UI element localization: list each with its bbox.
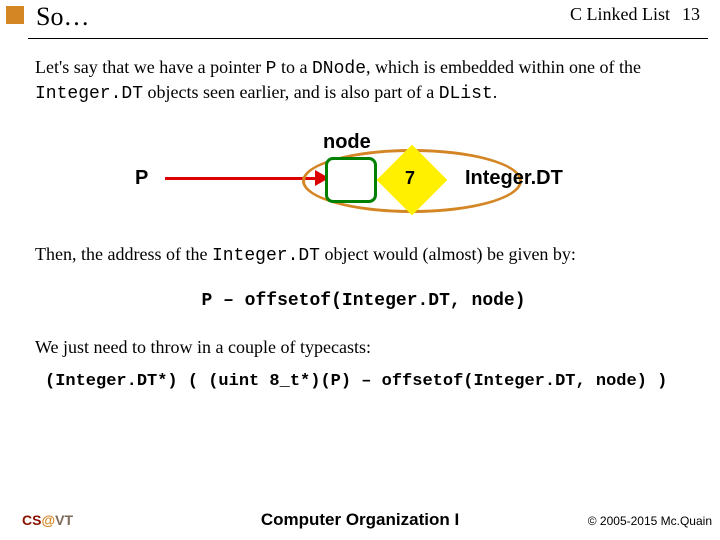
slide-body: Let's say that we have a pointer P to a … xyxy=(35,56,692,393)
text: objects seen earlier, and is also part o… xyxy=(143,82,439,102)
code-inline: DNode xyxy=(312,59,366,79)
paragraph-3-wrap: We just need to throw in a couple of typ… xyxy=(35,336,692,393)
text: Let's say that we have a pointer xyxy=(35,57,266,77)
arrow-shaft xyxy=(165,177,317,180)
text: Then, the address of the xyxy=(35,244,212,264)
footer-copyright: © 2005-2015 Mc.Quain xyxy=(588,514,712,528)
paragraph-1: Let's say that we have a pointer P to a … xyxy=(35,56,692,107)
paragraph-3: We just need to throw in a couple of typ… xyxy=(35,336,692,359)
code-inline: DList xyxy=(439,84,493,104)
value-text: 7 xyxy=(405,167,415,190)
text: object would (almost) be given by: xyxy=(320,244,576,264)
code-expression-1: P – offsetof(Integer.DT, node) xyxy=(35,290,692,313)
pointer-label: P xyxy=(135,165,148,191)
code-expression-2: (Integer.DT*) ( (uint 8_t*)(P) – offseto… xyxy=(45,371,692,393)
slide: So… C Linked List 13 Let's say that we h… xyxy=(0,0,720,540)
slide-topic: C Linked List xyxy=(570,4,670,25)
slide-title: So… xyxy=(36,2,89,32)
text: , which is embedded within one of the xyxy=(366,57,641,77)
node-box xyxy=(325,157,377,203)
struct-label: Integer.DT xyxy=(465,165,563,191)
code-inline: P xyxy=(266,59,277,79)
paragraph-2: Then, the address of the Integer.DT obje… xyxy=(35,243,692,268)
page-number: 13 xyxy=(682,4,700,25)
text: . xyxy=(493,82,498,102)
diagram: P node 7 Integer.DT xyxy=(35,125,692,235)
accent-square xyxy=(6,6,24,24)
horizontal-rule xyxy=(28,38,708,39)
code-inline: Integer.DT xyxy=(35,84,143,104)
node-label: node xyxy=(323,129,371,155)
text: to a xyxy=(276,57,312,77)
code-inline: Integer.DT xyxy=(212,246,320,266)
